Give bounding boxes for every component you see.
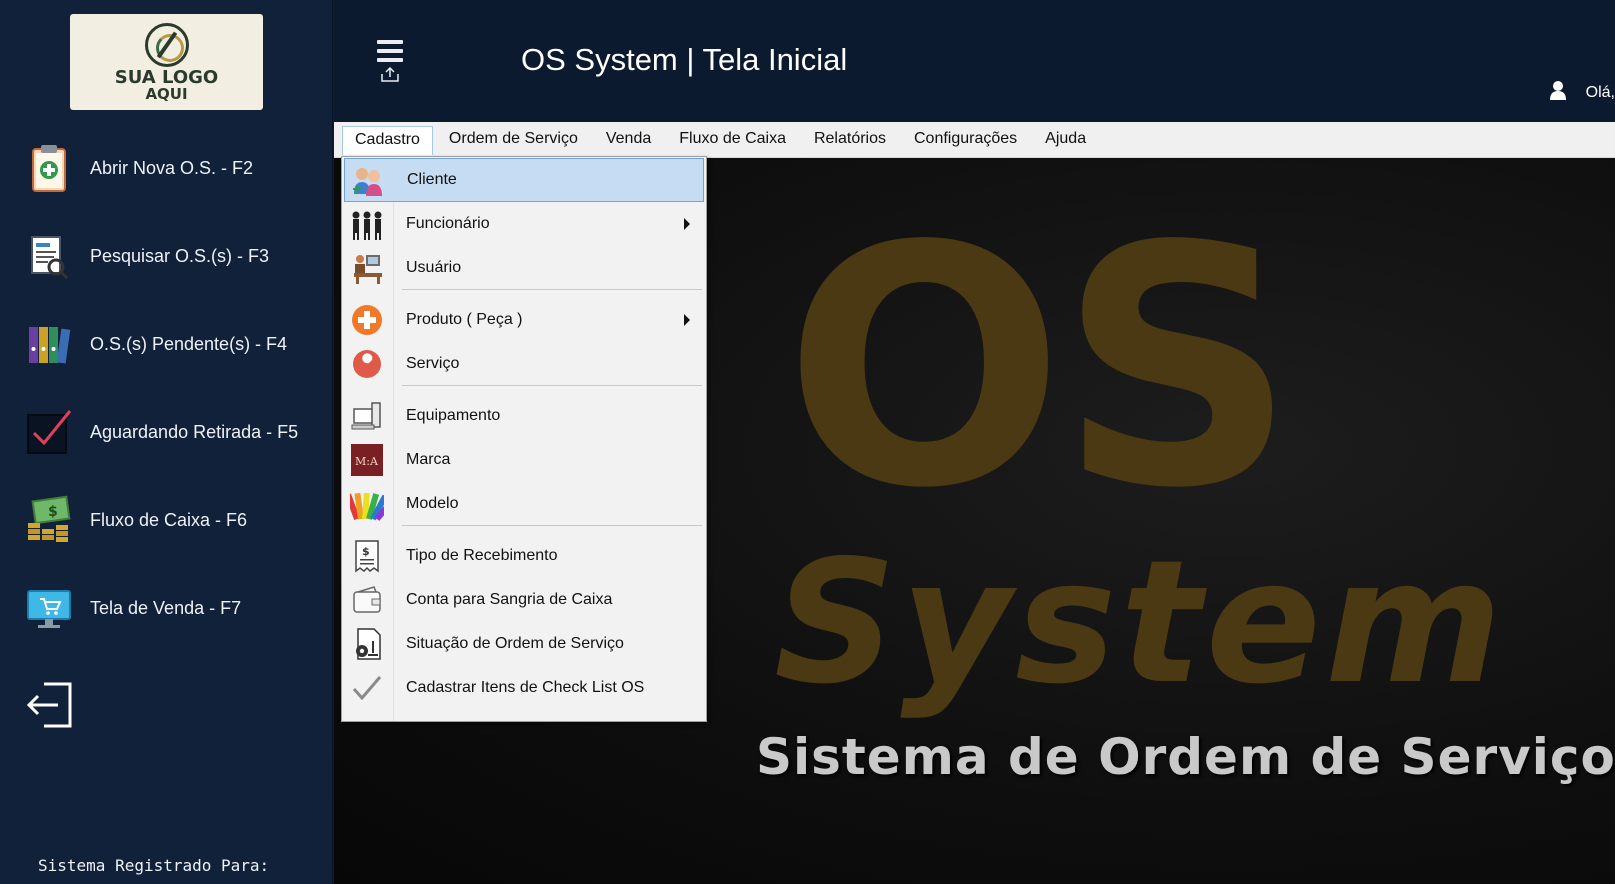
- menubar: Cadastro Ordem de Serviço Venda Fluxo de…: [334, 122, 1615, 158]
- menu-item-usuario[interactable]: Usuário: [344, 246, 704, 290]
- sidebar: SUA LOGO AQUI Abrir Nova O.S. - F2 Pesqu…: [0, 0, 333, 884]
- logo-text-line2: AQUI: [145, 85, 188, 103]
- sidebar-item-label: Aguardando Retirada - F5: [90, 421, 299, 442]
- svg-text:$: $: [362, 545, 370, 558]
- logo-text: SUA LOGO AQUI: [115, 69, 218, 103]
- submenu-arrow-icon: [684, 314, 690, 326]
- svg-text:M:A: M:A: [355, 455, 379, 468]
- user-desk-icon: [350, 251, 384, 285]
- binders-icon: [26, 319, 72, 369]
- user-area: Olá,: [1548, 80, 1615, 105]
- menu-ajuda[interactable]: Ajuda: [1033, 126, 1098, 153]
- menu-item-produto[interactable]: Produto ( Peça ): [344, 298, 704, 342]
- document-search-icon: [26, 231, 72, 281]
- registered-to-label: Sistema Registrado Para:: [38, 856, 270, 875]
- wallet-icon: [350, 583, 384, 617]
- menu-separator: [402, 289, 702, 290]
- menu-item-label: Serviço: [406, 355, 460, 372]
- logout-icon[interactable]: [26, 680, 76, 730]
- menu-item-label: Situação de Ordem de Serviço: [406, 635, 624, 652]
- menu-item-label: Cliente: [407, 171, 457, 188]
- receipt-icon: $: [350, 539, 384, 573]
- sidebar-item-search-os[interactable]: Pesquisar O.S.(s) - F3: [26, 228, 316, 284]
- sidebar-item-label: Fluxo de Caixa - F6: [90, 509, 248, 530]
- checkmark-icon: [350, 671, 384, 705]
- menu-item-equipamento[interactable]: Equipamento: [344, 394, 704, 438]
- header: OS System | Tela Inicial Olá,: [334, 0, 1615, 122]
- plus-circle-icon: [350, 303, 384, 337]
- menu-item-label: Funcionário: [406, 215, 490, 232]
- menu-item-label: Usuário: [406, 259, 462, 276]
- background-subtitle: Sistema de Ordem de Serviço: [756, 728, 1615, 786]
- sidebar-item-new-os[interactable]: Abrir Nova O.S. - F2: [26, 140, 316, 196]
- menu-item-cliente[interactable]: Cliente: [344, 158, 704, 202]
- menu-item-modelo[interactable]: Modelo: [344, 482, 704, 526]
- sidebar-item-label: Abrir Nova O.S. - F2: [90, 157, 254, 178]
- sidebar-item-awaiting-pickup[interactable]: Aguardando Retirada - F5: [26, 404, 316, 460]
- menu-item-checklist[interactable]: Cadastrar Itens de Check List OS: [344, 666, 704, 710]
- sidebar-item-label: Tela de Venda - F7: [90, 597, 242, 618]
- money-icon: $: [26, 495, 72, 545]
- menu-item-label: Cadastrar Itens de Check List OS: [406, 679, 645, 696]
- menu-item-servico[interactable]: Serviço: [344, 342, 704, 386]
- menu-item-label: Modelo: [406, 495, 459, 512]
- background-logo-os: OS: [784, 176, 1296, 560]
- menu-configuracoes[interactable]: Configurações: [902, 126, 1029, 153]
- user-icon: [1548, 80, 1568, 105]
- menu-item-label: Conta para Sangria de Caixa: [406, 591, 613, 608]
- monitor-cart-icon: [26, 583, 72, 633]
- menu-separator: [402, 385, 702, 386]
- menu-item-label: Tipo de Recebimento: [406, 547, 558, 564]
- clipboard-add-icon: [26, 143, 72, 193]
- menu-separator: [402, 525, 702, 526]
- page-title: OS System | Tela Inicial: [521, 42, 848, 77]
- menu-item-conta-sangria[interactable]: Conta para Sangria de Caixa: [344, 578, 704, 622]
- color-swatch-icon: [345, 487, 397, 521]
- menu-relatorios[interactable]: Relatórios: [802, 126, 898, 153]
- menu-fluxo-de-caixa[interactable]: Fluxo de Caixa: [667, 126, 798, 153]
- menu-item-funcionario[interactable]: Funcionário: [344, 202, 704, 246]
- sidebar-item-sales-screen[interactable]: Tela de Venda - F7: [26, 580, 316, 636]
- hamburger-menu-icon[interactable]: [377, 40, 405, 86]
- menu-venda[interactable]: Venda: [594, 126, 663, 153]
- checkbox-icon: [26, 407, 72, 457]
- menu-item-marca[interactable]: M:A Marca: [344, 438, 704, 482]
- menu-item-situacao-os[interactable]: Situação de Ordem de Serviço: [344, 622, 704, 666]
- menu-item-label: Marca: [406, 451, 451, 468]
- company-logo: SUA LOGO AQUI: [70, 14, 263, 110]
- wrench-icon: [350, 347, 384, 381]
- menu-item-label: Produto ( Peça ): [406, 311, 523, 328]
- clients-icon: [351, 164, 385, 198]
- menu-item-tipo-recebimento[interactable]: $ Tipo de Recebimento: [344, 534, 704, 578]
- sidebar-item-pending-os[interactable]: O.S.(s) Pendente(s) - F4: [26, 316, 316, 372]
- menu-item-label: Equipamento: [406, 407, 501, 424]
- background-logo-system: System: [774, 524, 1507, 722]
- user-greeting: Olá,: [1585, 83, 1615, 101]
- employees-icon: [350, 207, 384, 241]
- settings-document-icon: [350, 627, 384, 661]
- sidebar-item-label: Pesquisar O.S.(s) - F3: [90, 245, 270, 266]
- computer-icon: [350, 399, 384, 433]
- sidebar-item-cash-flow[interactable]: $ Fluxo de Caixa - F6: [26, 492, 316, 548]
- submenu-arrow-icon: [684, 218, 690, 230]
- cadastro-dropdown: Cliente Funcionário Usuário Produto (Pe…: [341, 156, 707, 722]
- menu-ordem-de-servico[interactable]: Ordem de Serviço: [437, 126, 590, 153]
- brand-icon: M:A: [350, 443, 384, 477]
- menu-cadastro[interactable]: Cadastro: [342, 126, 433, 155]
- svg-text:$: $: [48, 504, 58, 520]
- logo-emblem-icon: [144, 23, 189, 67]
- sidebar-item-label: O.S.(s) Pendente(s) - F4: [90, 333, 288, 354]
